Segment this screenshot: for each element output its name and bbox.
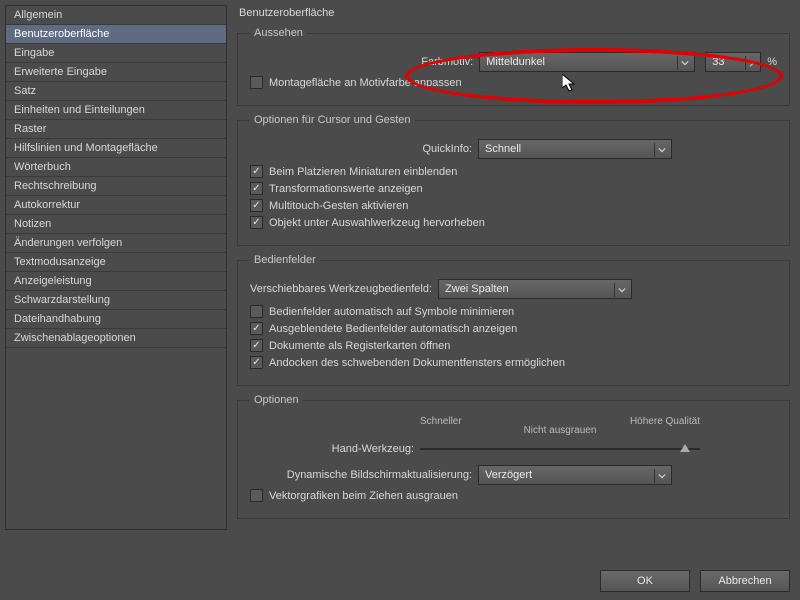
page-title: Benutzeroberfläche [239,7,790,19]
sidebar-item[interactable]: Wörterbuch [6,158,226,177]
checkbox-label: Transformationswerte anzeigen [269,183,423,195]
check-row: Andocken des schwebenden Dokumentfenster… [250,356,777,369]
color-theme-value: Mitteldunkel [486,56,545,68]
main-panel: Benutzeroberfläche Aussehen Farbmotiv: M… [227,0,800,535]
checkbox[interactable] [250,305,263,318]
checkbox[interactable] [250,165,263,178]
group-panels-legend: Bedienfelder [250,254,320,266]
brightness-unit: % [767,56,777,68]
quickinfo-label: QuickInfo: [250,143,472,155]
check-row: Beim Platzieren Miniaturen einblenden [250,165,777,178]
check-row: Multitouch-Gesten aktivieren [250,199,777,212]
hand-tool-slider[interactable] [420,448,700,450]
checkbox[interactable] [250,356,263,369]
color-theme-label: Farbmotiv: [421,56,473,68]
checkbox-label: Objekt unter Auswahlwerkzeug hervorheben [269,217,485,229]
group-appearance-legend: Aussehen [250,27,307,39]
slider-label-sub: Nicht ausgrauen [524,425,597,436]
sidebar: AllgemeinBenutzeroberflächeEingabeErweit… [5,5,227,530]
checkbox[interactable] [250,216,263,229]
hand-tool-label: Hand-Werkzeug: [250,443,414,455]
group-appearance: Aussehen Farbmotiv: Mitteldunkel 33 % Mo… [237,27,790,106]
chevron-down-icon [614,283,628,297]
sidebar-item[interactable]: Rechtschreibung [6,177,226,196]
sidebar-item[interactable]: Allgemein [6,6,226,25]
check-row: Ausgeblendete Bedienfelder automatisch a… [250,322,777,335]
checkbox-label: Dokumente als Registerkarten öffnen [269,340,450,352]
checkbox-label: Bedienfelder automatisch auf Symbole min… [269,306,514,318]
check-row: Dokumente als Registerkarten öffnen [250,339,777,352]
sidebar-item[interactable]: Zwischenablageoptionen [6,329,226,348]
slider-label-right: Höhere Qualität [630,416,700,427]
sidebar-item[interactable]: Anzeigeleistung [6,272,226,291]
greek-vector-checkbox[interactable] [250,489,263,502]
checkbox[interactable] [250,199,263,212]
sidebar-item[interactable]: Hilfslinien und Montagefläche [6,139,226,158]
dynamic-update-value: Verzögert [485,469,532,481]
group-cursor-legend: Optionen für Cursor und Gesten [250,114,415,126]
slider-thumb-icon [680,444,690,452]
sidebar-item[interactable]: Notizen [6,215,226,234]
ok-button[interactable]: OK [600,570,690,592]
dynamic-update-label: Dynamische Bildschirmaktualisierung: [250,469,472,481]
sidebar-item[interactable]: Schwarzdarstellung [6,291,226,310]
match-pasteboard-label: Montagefläche an Motivfarbe anpassen [269,77,462,89]
greek-vector-label: Vektorgrafiken beim Ziehen ausgrauen [269,490,458,502]
group-panels: Bedienfelder Verschiebbares Werkzeugbedi… [237,254,790,386]
brightness-value: 33 [712,56,724,68]
check-row: Bedienfelder automatisch auf Symbole min… [250,305,777,318]
sidebar-item[interactable]: Satz [6,82,226,101]
sidebar-item[interactable]: Benutzeroberfläche [6,25,226,44]
chevron-down-icon [654,143,668,157]
dynamic-update-select[interactable]: Verzögert [478,465,672,485]
arrow-right-icon [745,56,757,70]
quickinfo-select[interactable]: Schnell [478,139,672,159]
checkbox-label: Andocken des schwebenden Dokumentfenster… [269,357,565,369]
color-theme-select[interactable]: Mitteldunkel [479,52,695,72]
checkbox-label: Beim Platzieren Miniaturen einblenden [269,166,457,178]
check-row: Objekt unter Auswahlwerkzeug hervorheben [250,216,777,229]
toolbar-label: Verschiebbares Werkzeugbedienfeld: [250,283,432,295]
sidebar-item[interactable]: Einheiten und Einteilungen [6,101,226,120]
checkbox[interactable] [250,339,263,352]
brightness-input[interactable]: 33 [705,52,761,72]
sidebar-item[interactable]: Eingabe [6,44,226,63]
toolbar-value: Zwei Spalten [445,283,509,295]
match-pasteboard-checkbox[interactable] [250,76,263,89]
sidebar-item[interactable]: Änderungen verfolgen [6,234,226,253]
checkbox[interactable] [250,322,263,335]
group-cursor: Optionen für Cursor und Gesten QuickInfo… [237,114,790,246]
checkbox-label: Ausgeblendete Bedienfelder automatisch a… [269,323,517,335]
sidebar-item[interactable]: Dateihandhabung [6,310,226,329]
chevron-down-icon [654,469,668,483]
sidebar-item[interactable]: Erweiterte Eingabe [6,63,226,82]
checkbox[interactable] [250,182,263,195]
sidebar-item[interactable]: Raster [6,120,226,139]
quickinfo-value: Schnell [485,143,521,155]
chevron-down-icon [677,56,691,70]
sidebar-item[interactable]: Autokorrektur [6,196,226,215]
group-options-legend: Optionen [250,394,303,406]
cancel-button[interactable]: Abbrechen [700,570,790,592]
sidebar-item[interactable]: Textmodusanzeige [6,253,226,272]
check-row: Transformationswerte anzeigen [250,182,777,195]
group-options: Optionen Schneller Höhere Qualität Nicht… [237,394,790,519]
footer: OK Abbrechen [600,570,790,592]
slider-label-left: Schneller [420,416,462,427]
toolbar-select[interactable]: Zwei Spalten [438,279,632,299]
checkbox-label: Multitouch-Gesten aktivieren [269,200,408,212]
